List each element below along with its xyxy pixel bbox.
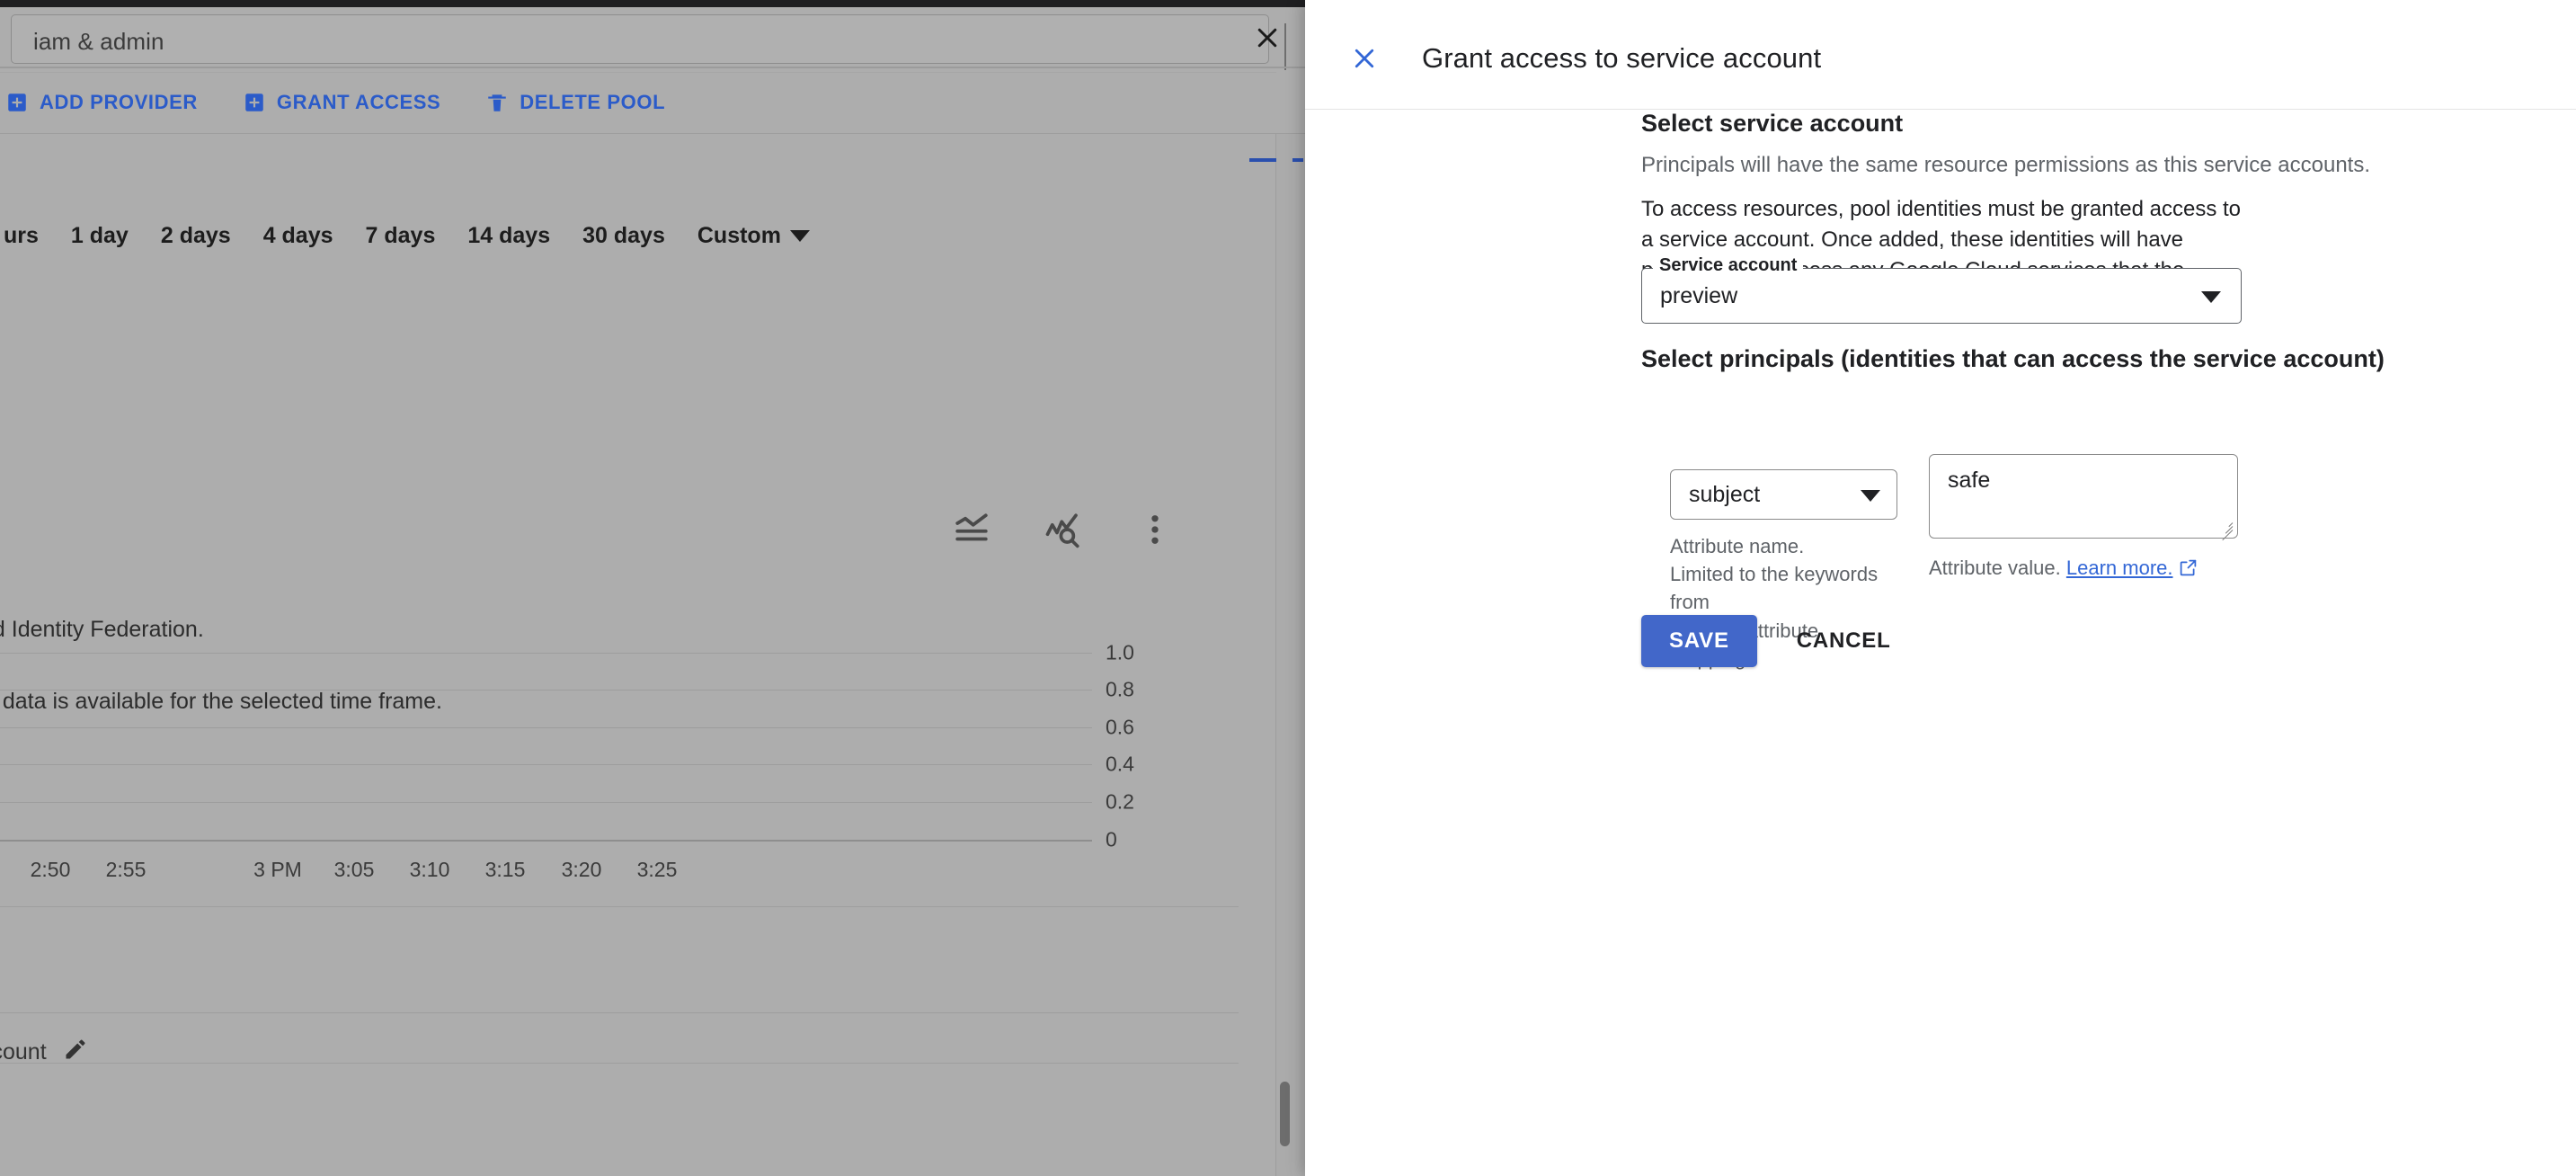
federation-note: ad Identity Federation. <box>0 617 204 642</box>
grant-access-button[interactable]: GRANT ACCESS <box>230 91 453 114</box>
x-tick: 3:20 <box>561 858 602 881</box>
attribute-value-help: Attribute value. Learn more. <box>1929 557 2198 583</box>
attribute-name-help-line-1: Attribute name. <box>1670 535 1805 557</box>
y-tick: 0.6 <box>1106 715 1134 739</box>
inspect-chart-icon[interactable] <box>1044 511 1082 553</box>
time-range-custom[interactable]: Custom <box>681 223 810 249</box>
time-range-4-days[interactable]: 4 days <box>247 223 350 249</box>
y-tick: 1.0 <box>1106 640 1134 664</box>
service-account-value: preview <box>1660 283 1738 308</box>
screen-root: iam & admin ADD PROVIDER GRANT ACCESS DE… <box>0 0 2576 1176</box>
x-tick: 2:55 <box>105 858 147 881</box>
dialog-header: Grant access to service account <box>1305 7 2576 110</box>
grant-access-label: GRANT ACCESS <box>276 91 441 113</box>
grant-access-dialog: Grant access to service account To acces… <box>1305 0 2576 1176</box>
time-range-7-days[interactable]: 7 days <box>350 223 452 249</box>
save-button[interactable]: SAVE <box>1641 615 1757 667</box>
time-range-hours[interactable]: urs <box>0 223 55 249</box>
list-row-divider <box>0 1063 1239 1064</box>
attribute-value-text: safe <box>1948 468 1991 493</box>
dialog-actions: SAVE CANCEL <box>1641 615 1913 667</box>
gridline-0-4 <box>0 764 1092 765</box>
y-tick: 0.4 <box>1106 752 1134 776</box>
chart-empty-message: o data is available for the selected tim… <box>0 689 442 714</box>
attribute-name-select[interactable]: subject <box>1670 469 1897 520</box>
list-row-divider <box>0 1012 1239 1013</box>
y-tick: 0.2 <box>1106 789 1134 814</box>
x-tick: 3:05 <box>333 858 375 881</box>
x-tick: 3:25 <box>636 858 678 881</box>
attribute-value-learn-more-link[interactable]: Learn more. <box>2066 557 2173 579</box>
more-vert-icon[interactable] <box>1136 511 1174 553</box>
trash-icon <box>488 94 507 111</box>
add-provider-button[interactable]: ADD PROVIDER <box>0 91 210 114</box>
x-tick: 3 PM <box>253 858 302 881</box>
add-box-icon <box>245 94 263 111</box>
search-field-edge <box>1284 23 1286 70</box>
chart-x-axis <box>0 840 1092 842</box>
attribute-name-value: subject <box>1689 482 1761 507</box>
page-title: Grant access to service account <box>1422 41 1822 74</box>
time-range-14-days[interactable]: 14 days <box>451 223 566 249</box>
pool-action-toolbar: ADD PROVIDER GRANT ACCESS DELETE POOL <box>0 72 1305 133</box>
x-tick: 2:50 <box>30 858 71 881</box>
gridline-0-2 <box>0 802 1092 803</box>
usage-chart: 1.0 0.8 0.6 0.4 0.2 0 2:50 2:55 3 PM 3:0… <box>0 641 1134 881</box>
chevron-down-icon <box>789 230 810 242</box>
gridline-0-6 <box>0 727 1092 728</box>
search-row: iam & admin <box>0 14 1305 70</box>
vertical-scrollbar-track[interactable] <box>1276 134 1292 1176</box>
search-input[interactable]: iam & admin <box>11 14 1269 64</box>
chart-toolbar <box>953 511 1174 553</box>
time-range-custom-label: Custom <box>697 223 781 248</box>
time-range-2-days[interactable]: 2 days <box>145 223 247 249</box>
x-tick: 3:15 <box>484 858 526 881</box>
add-box-icon <box>8 94 26 111</box>
gridline-1-0 <box>0 653 1092 654</box>
list-item[interactable]: ccount <box>0 1037 88 1068</box>
delete-pool-label: DELETE POOL <box>520 91 666 113</box>
y-tick: 0.8 <box>1106 677 1134 701</box>
list-row-divider <box>0 906 1239 907</box>
dialog-body: To access resources, pool identities mus… <box>1305 110 2576 1176</box>
select-principals-heading: Select principals (identities that can a… <box>1641 345 2385 372</box>
time-range-1-day[interactable]: 1 day <box>55 223 145 249</box>
pencil-icon[interactable] <box>63 1037 88 1068</box>
time-range-selector: urs 1 day 2 days 4 days 7 days 14 days 3… <box>0 223 810 249</box>
attribute-name-help-line-2: Limited to the keywords from <box>1670 563 1879 614</box>
account-row-label: ccount <box>0 1039 47 1065</box>
resize-grip-icon[interactable] <box>2216 517 2234 541</box>
vertical-scrollbar-thumb[interactable] <box>1280 1082 1290 1146</box>
close-icon[interactable] <box>1251 22 1284 54</box>
attribute-value-help-prefix: Attribute value. <box>1929 557 2061 579</box>
attribute-value-textarea[interactable]: safe <box>1929 454 2238 541</box>
x-tick: 3:10 <box>409 858 450 881</box>
search-input-value: iam & admin <box>33 28 164 55</box>
select-service-account-heading: Select service account <box>1641 110 1904 137</box>
close-icon[interactable] <box>1345 39 1384 78</box>
service-account-label: Service account <box>1653 255 1804 276</box>
background-app-overlay: iam & admin ADD PROVIDER GRANT ACCESS DE… <box>0 7 1305 1176</box>
time-range-30-days[interactable]: 30 days <box>566 223 681 249</box>
search-divider <box>0 67 1305 68</box>
select-service-account-subheading: Principals will have the same resource p… <box>1641 153 2370 177</box>
open-in-new-icon[interactable] <box>2179 558 2198 583</box>
add-provider-label: ADD PROVIDER <box>40 91 198 113</box>
chevron-down-icon <box>2201 291 2221 303</box>
y-tick: 0 <box>1106 827 1117 851</box>
delete-pool-button[interactable]: DELETE POOL <box>473 91 678 114</box>
chevron-down-icon <box>1861 490 1880 502</box>
cancel-button[interactable]: CANCEL <box>1775 615 1913 667</box>
stacked-lines-icon[interactable] <box>953 511 990 553</box>
service-account-select[interactable]: Service account preview <box>1641 255 2242 324</box>
